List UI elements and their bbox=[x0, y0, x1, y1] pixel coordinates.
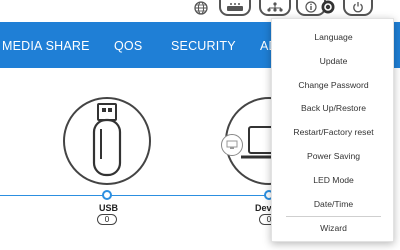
connection-line bbox=[0, 195, 275, 196]
ethernet-port-icon bbox=[221, 134, 243, 156]
globe-icon[interactable] bbox=[193, 0, 209, 16]
power-icon[interactable] bbox=[343, 0, 373, 16]
usb-count-badge: 0 bbox=[97, 214, 117, 225]
menu-item-language[interactable]: Language bbox=[272, 27, 395, 47]
usb-node bbox=[102, 190, 112, 200]
menu-item-update[interactable]: Update bbox=[272, 51, 395, 71]
menu-item-backup-restore[interactable]: Back Up/Restore bbox=[272, 98, 395, 118]
nav-item-security[interactable]: SECURITY bbox=[171, 39, 236, 53]
menu-item-restart-factory-reset[interactable]: Restart/Factory reset bbox=[272, 122, 395, 142]
network-icon[interactable] bbox=[259, 0, 291, 16]
menu-item-power-saving[interactable]: Power Saving bbox=[272, 146, 395, 166]
menu-item-wizard[interactable]: Wizard bbox=[272, 218, 395, 238]
usb-label: USB bbox=[99, 203, 119, 213]
settings-dropdown-menu: Language Update Change Password Back Up/… bbox=[271, 18, 394, 242]
nav-item-qos[interactable]: QOS bbox=[114, 39, 142, 53]
usb-drive-icon bbox=[92, 103, 122, 177]
menu-item-date-time[interactable]: Date/Time bbox=[272, 194, 395, 214]
gear-icon[interactable] bbox=[320, 0, 336, 15]
nav-item-media-share[interactable]: MEDIA SHARE bbox=[2, 39, 90, 53]
menu-item-change-password[interactable]: Change Password bbox=[272, 75, 395, 95]
menu-item-led-mode[interactable]: LED Mode bbox=[272, 170, 395, 190]
usb-device-circle[interactable] bbox=[63, 97, 151, 185]
menu-divider bbox=[286, 216, 381, 217]
router-icon[interactable] bbox=[219, 0, 251, 16]
